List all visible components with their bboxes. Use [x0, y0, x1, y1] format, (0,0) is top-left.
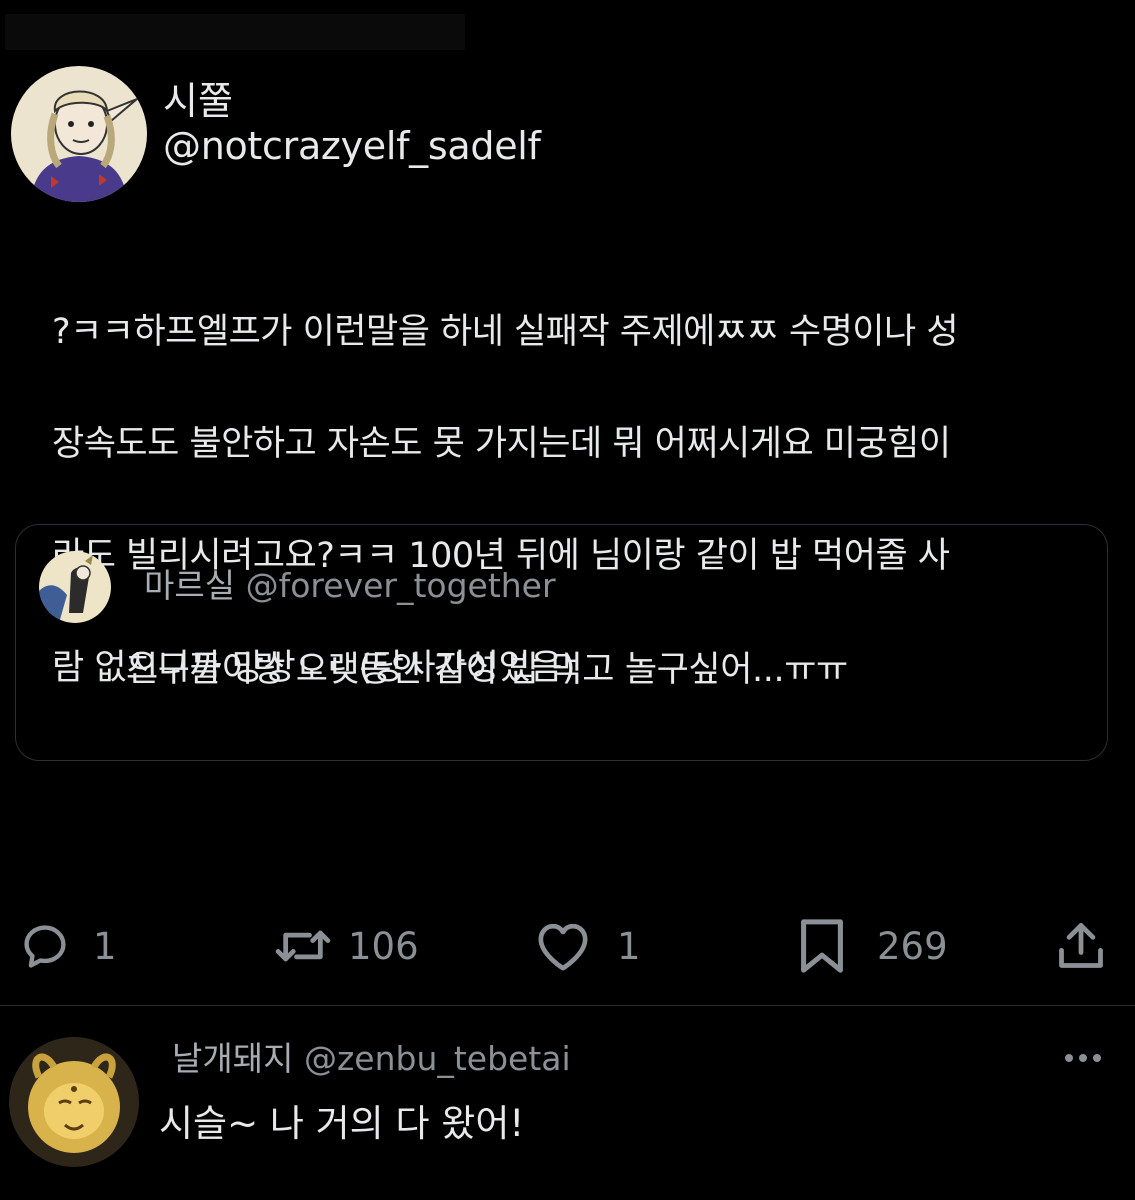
quote-author-name[interactable]: 마르실: [144, 566, 235, 605]
retweet-button[interactable]: 106: [272, 918, 419, 974]
quote-avatar: [39, 551, 111, 623]
quote-header: 마르실 @forever_together: [144, 559, 556, 607]
reply-button[interactable]: 1: [19, 918, 117, 974]
bookmark-icon: [801, 919, 843, 973]
reply-header: 날개돼지 @zenbu_tebetai: [172, 1032, 571, 1080]
tweet-text-line: ?ㅋㅋ하프엘프가 이런말을 하네 실패작 주제에ㅉㅉ 수명이나 성: [52, 312, 959, 352]
reply-text: 시슬~ 나 거의 다 왔어!: [159, 1102, 525, 1145]
share-upload-icon: [1059, 923, 1103, 968]
retweet-count: 106: [348, 924, 419, 968]
author-handle[interactable]: @notcrazyelf_sadelf: [163, 124, 541, 168]
more-dots-icon: [1065, 1054, 1101, 1062]
more-button[interactable]: [1062, 1050, 1104, 1069]
divider: [0, 1005, 1135, 1006]
quote-text: 친구들이랑 오랫동안 같이 밥 먹고 놀구싶어...ㅠㅠ: [126, 650, 848, 690]
like-count: 1: [617, 924, 641, 968]
bookmark-button[interactable]: 269: [799, 918, 948, 974]
quote-author-handle[interactable]: @forever_together: [246, 566, 556, 605]
like-button[interactable]: 1: [535, 918, 641, 974]
reply-author-handle[interactable]: @zenbu_tebetai: [304, 1039, 571, 1078]
reply-count: 1: [93, 924, 117, 968]
tweet-text-line: 장속도도 불안하고 자손도 못 가지는데 뭐 어쩌시게요 미궁힘이: [52, 424, 951, 464]
share-button[interactable]: [1055, 918, 1107, 974]
redacted-header-bar: [5, 14, 465, 50]
quoted-tweet-card[interactable]: 마르실 @forever_together 친구들이랑 오랫동안 같이 밥 먹고…: [15, 524, 1108, 761]
bookmark-count: 269: [877, 924, 948, 968]
speech-bubble-icon: [24, 925, 66, 968]
reply-author-name[interactable]: 날개돼지: [172, 1039, 293, 1078]
retweet-arrows-icon: [275, 930, 331, 962]
reply-avatar[interactable]: [9, 1037, 139, 1167]
author-name[interactable]: 시쭐: [163, 70, 233, 125]
heart-icon: [538, 923, 588, 971]
author-avatar[interactable]: [11, 66, 147, 202]
